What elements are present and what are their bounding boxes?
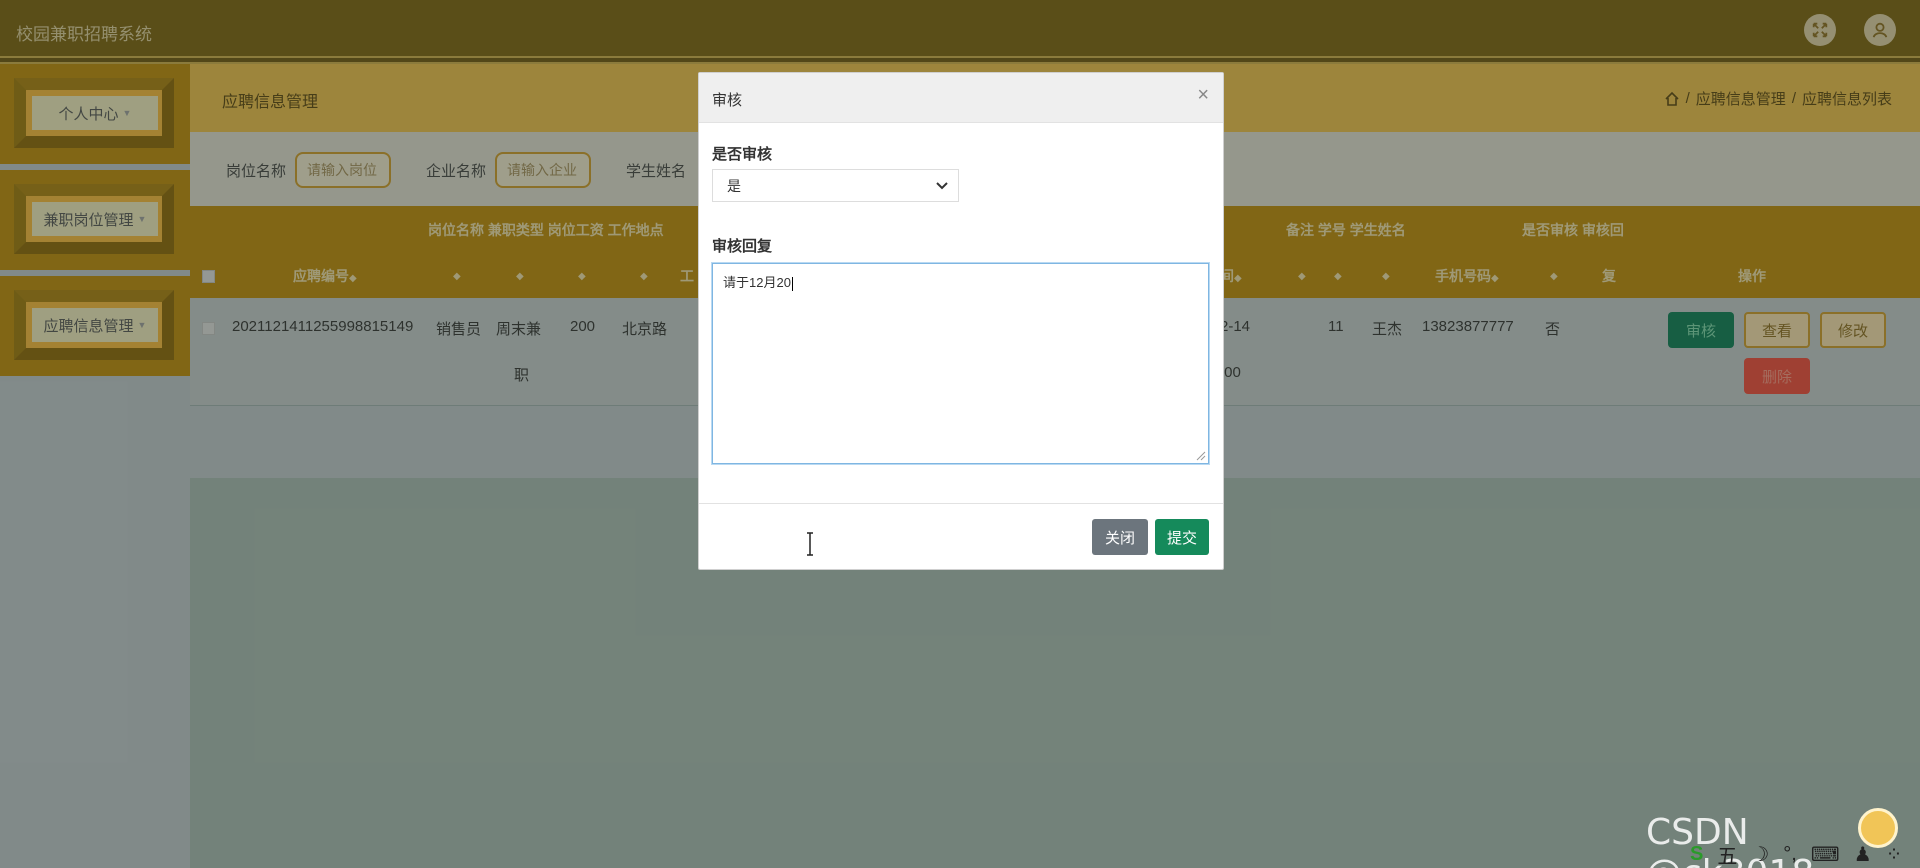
review-reply-label: 审核回复	[712, 238, 773, 255]
keyboard-icon[interactable]: ⌨	[1811, 842, 1840, 867]
text-cursor	[791, 276, 793, 291]
dialog-title: 审核	[712, 92, 743, 109]
moon-icon[interactable]: ☽	[1751, 842, 1769, 867]
submit-button[interactable]: 提交	[1155, 519, 1209, 555]
ime-wubi-icon[interactable]: 五	[1717, 840, 1737, 868]
review-status-select[interactable]: 是	[712, 169, 959, 202]
dialog-header: 审核 ×	[699, 73, 1223, 123]
grid-icon[interactable]: ⁘	[1886, 842, 1903, 867]
close-button[interactable]: 关闭	[1092, 519, 1148, 555]
chevron-down-icon	[936, 182, 948, 190]
ibeam-cursor-icon	[807, 532, 813, 556]
dialog-footer-divider	[699, 503, 1223, 504]
punctuation-icon[interactable]: °,	[1783, 843, 1797, 866]
review-dialog: 审核 × 是否审核 是 审核回复 请于12月20 关闭 提交	[698, 72, 1224, 570]
select-value: 是	[727, 177, 741, 194]
user-icon[interactable]: ♟	[1854, 842, 1872, 867]
close-icon[interactable]: ×	[1197, 85, 1209, 105]
ime-toolbar: S 五 ☽ °, ⌨ ♟ ⁘	[1690, 840, 1920, 868]
resize-handle-icon[interactable]	[1196, 451, 1206, 461]
review-reply-textarea[interactable]: 请于12月20	[712, 263, 1209, 556]
textarea-value: 请于12月20	[723, 275, 791, 290]
review-status-label: 是否审核	[712, 146, 773, 163]
ime-logo-icon[interactable]: S	[1690, 843, 1703, 866]
